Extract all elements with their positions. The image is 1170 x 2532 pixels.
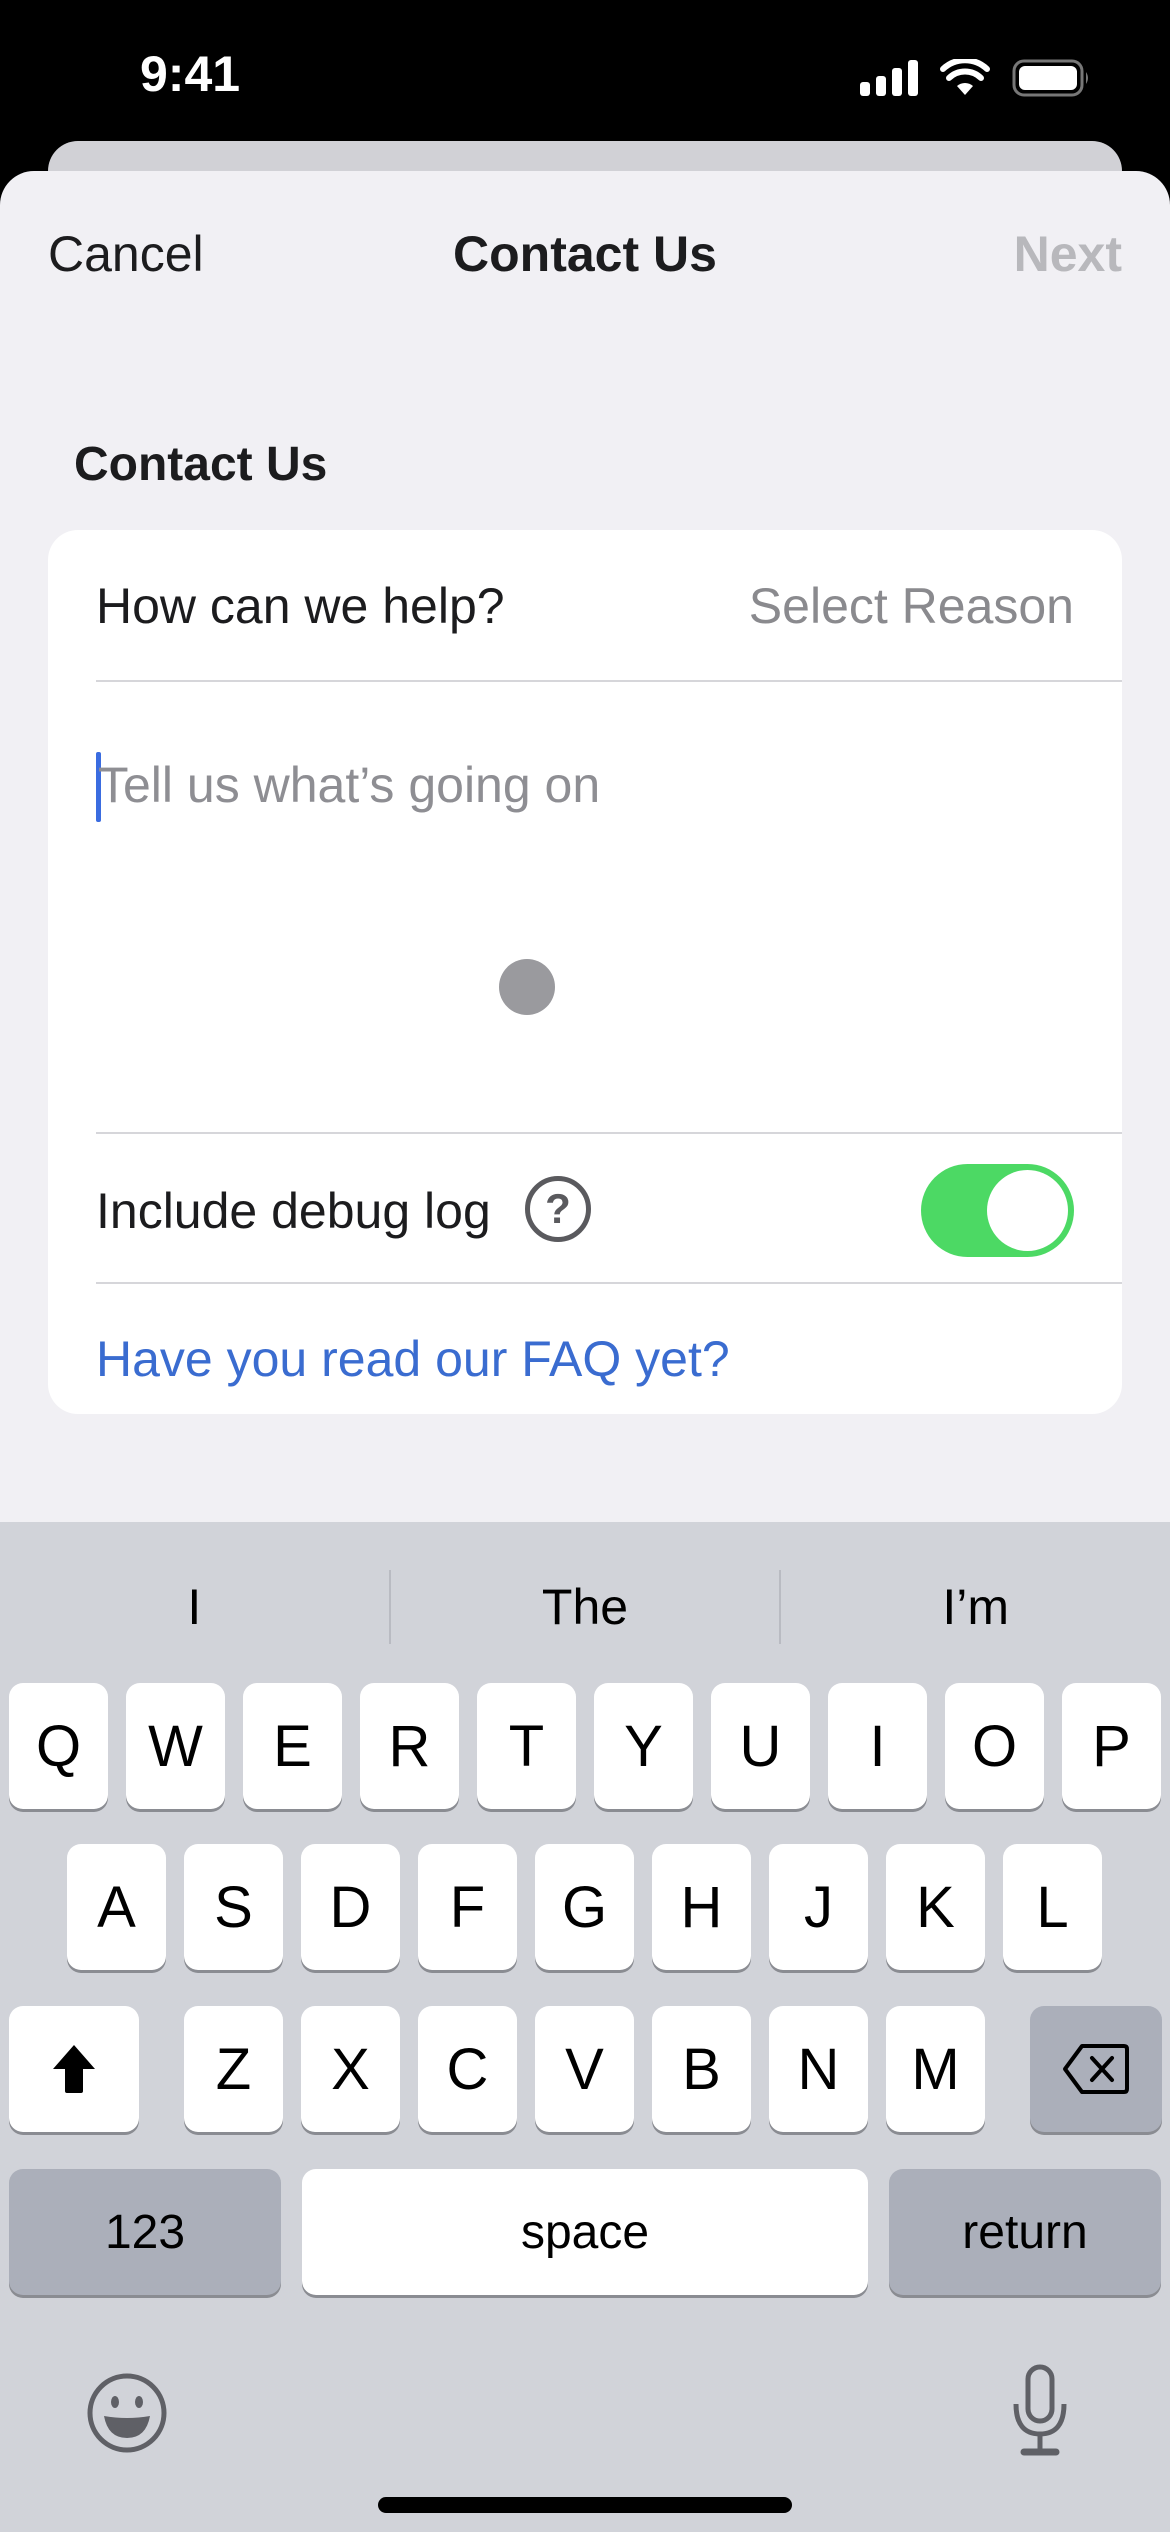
debug-log-label: Include debug log bbox=[96, 1183, 491, 1239]
key-l[interactable]: L bbox=[1003, 1844, 1102, 1970]
suggestion-item[interactable]: I bbox=[0, 1562, 389, 1652]
shift-arrow-icon bbox=[53, 2045, 95, 2093]
key-f[interactable]: F bbox=[418, 1844, 517, 1970]
select-reason-button[interactable]: Select Reason bbox=[749, 577, 1074, 635]
faq-link[interactable]: Have you read our FAQ yet? bbox=[96, 1330, 730, 1388]
status-bar: 9:41 bbox=[0, 0, 1170, 140]
debug-log-toggle[interactable] bbox=[921, 1164, 1074, 1257]
key-g[interactable]: G bbox=[535, 1844, 634, 1970]
divider bbox=[96, 1282, 1122, 1284]
battery-icon bbox=[1012, 59, 1088, 97]
key-j[interactable]: J bbox=[769, 1844, 868, 1970]
key-t[interactable]: T bbox=[477, 1683, 576, 1809]
suggestion-item[interactable]: The bbox=[391, 1562, 780, 1652]
key-h[interactable]: H bbox=[652, 1844, 751, 1970]
question-circle-icon[interactable]: ? bbox=[525, 1176, 591, 1242]
key-x[interactable]: X bbox=[301, 2006, 400, 2132]
toggle-knob bbox=[987, 1170, 1068, 1251]
next-button[interactable]: Next bbox=[1014, 225, 1122, 283]
key-y[interactable]: Y bbox=[594, 1683, 693, 1809]
delete-key[interactable] bbox=[1030, 2006, 1162, 2132]
suggestion-bar: I The I’m bbox=[0, 1562, 1170, 1652]
status-icons bbox=[860, 58, 1092, 98]
numbers-key[interactable]: 123 bbox=[9, 2169, 281, 2295]
key-c[interactable]: C bbox=[418, 2006, 517, 2132]
key-w[interactable]: W bbox=[126, 1683, 225, 1809]
emoji-icon[interactable] bbox=[86, 2372, 168, 2454]
touch-indicator bbox=[499, 959, 555, 1015]
key-n[interactable]: N bbox=[769, 2006, 868, 2132]
keyboard: I The I’m 123 space return QWERTYUIOPASD… bbox=[0, 1522, 1170, 2532]
key-o[interactable]: O bbox=[945, 1683, 1044, 1809]
key-b[interactable]: B bbox=[652, 2006, 751, 2132]
section-header: Contact Us bbox=[74, 438, 328, 491]
contact-form-card: How can we help? Select Reason Tell us w… bbox=[48, 530, 1122, 1414]
key-i[interactable]: I bbox=[828, 1683, 927, 1809]
home-indicator bbox=[378, 2497, 792, 2513]
delete-backspace-icon bbox=[1063, 2044, 1129, 2094]
space-key[interactable]: space bbox=[302, 2169, 868, 2295]
key-e[interactable]: E bbox=[243, 1683, 342, 1809]
key-k[interactable]: K bbox=[886, 1844, 985, 1970]
key-v[interactable]: V bbox=[535, 2006, 634, 2132]
key-m[interactable]: M bbox=[886, 2006, 985, 2132]
reason-row[interactable]: How can we help? Select Reason bbox=[48, 530, 1122, 680]
microphone-icon[interactable] bbox=[1010, 2364, 1070, 2458]
return-key[interactable]: return bbox=[889, 2169, 1161, 2295]
key-u[interactable]: U bbox=[711, 1683, 810, 1809]
key-z[interactable]: Z bbox=[184, 2006, 283, 2132]
cellular-signal-icon bbox=[860, 60, 918, 96]
suggestion-item[interactable]: I’m bbox=[781, 1562, 1170, 1652]
wifi-icon bbox=[940, 59, 990, 95]
debug-log-row: Include debug log ? bbox=[48, 1134, 1122, 1282]
cancel-button[interactable]: Cancel bbox=[48, 225, 204, 283]
key-r[interactable]: R bbox=[360, 1683, 459, 1809]
reason-label: How can we help? bbox=[96, 578, 505, 634]
key-d[interactable]: D bbox=[301, 1844, 400, 1970]
key-a[interactable]: A bbox=[67, 1844, 166, 1970]
status-time: 9:41 bbox=[140, 46, 241, 102]
shift-key[interactable] bbox=[9, 2006, 139, 2132]
key-q[interactable]: Q bbox=[9, 1683, 108, 1809]
message-placeholder: Tell us what’s going on bbox=[98, 757, 601, 813]
contact-us-sheet: Contact Us Cancel Next Contact Us How ca… bbox=[0, 171, 1170, 1571]
message-textarea[interactable]: Tell us what’s going on bbox=[96, 682, 1074, 1015]
key-s[interactable]: S bbox=[184, 1844, 283, 1970]
key-p[interactable]: P bbox=[1062, 1683, 1161, 1809]
